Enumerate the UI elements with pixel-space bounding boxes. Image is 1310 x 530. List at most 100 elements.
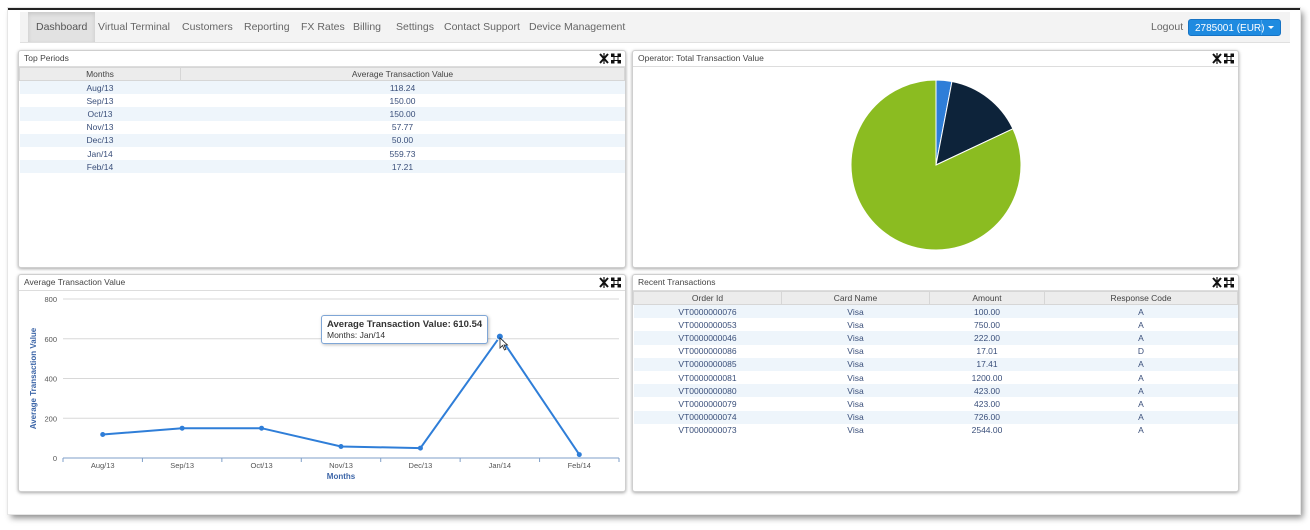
table-cell: 118.24	[180, 80, 625, 95]
table-cell: VT0000000079	[633, 397, 782, 411]
x-axis-title: Months	[327, 472, 356, 481]
wrench-icon[interactable]	[1212, 53, 1222, 64]
wrench-icon[interactable]	[599, 53, 609, 64]
table-row[interactable]: Oct/13 150.00	[19, 107, 625, 121]
panel-title: Top Periods	[24, 53, 69, 63]
account-label: 2785001 (EUR)	[1195, 23, 1265, 34]
column-header[interactable]: Response Code	[1044, 291, 1238, 305]
table-row[interactable]: VT0000000076 Visa 100.00 A	[633, 304, 1238, 319]
table-cell: Visa	[781, 331, 930, 345]
table-cell: Dec/13	[19, 133, 181, 147]
nav-fx-rates[interactable]: FX Rates	[293, 12, 353, 42]
y-tick-label: 400	[44, 375, 57, 384]
panel-title: Operator: Total Transaction Value	[638, 53, 764, 63]
panel-title: Recent Transactions	[638, 277, 716, 287]
table-row[interactable]: VT0000000046 Visa 222.00 A	[633, 331, 1238, 345]
table-cell: VT0000000085	[633, 357, 782, 371]
expand-icon[interactable]	[1224, 53, 1234, 64]
table-cell: VT0000000053	[633, 318, 782, 332]
table-cell: A	[1044, 331, 1238, 345]
nav-device-management[interactable]: Device Management	[521, 12, 633, 42]
table-row[interactable]: VT0000000073 Visa 2544.00 A	[633, 423, 1238, 437]
tooltip-label: Average Transaction Value:	[327, 319, 451, 330]
column-header[interactable]: Average Transaction Value	[180, 67, 625, 81]
data-point	[179, 425, 185, 431]
table-cell: 150.00	[180, 107, 625, 121]
table-cell: A	[1044, 384, 1238, 398]
table-cell: A	[1044, 410, 1238, 424]
table-cell: Nov/13	[19, 120, 181, 134]
table-cell: Jan/14	[19, 146, 181, 161]
table-row[interactable]: VT0000000086 Visa 17.01 D	[633, 344, 1238, 358]
expand-icon[interactable]	[611, 53, 621, 64]
account-dropdown-button[interactable]: 2785001 (EUR)	[1188, 19, 1281, 36]
logout-link[interactable]: Logout	[1143, 12, 1191, 42]
column-header[interactable]: Order Id	[633, 291, 782, 305]
table-cell: A	[1044, 370, 1238, 385]
nav-virtual-terminal[interactable]: Virtual Terminal	[90, 12, 178, 42]
top-navbar: Dashboard Virtual Terminal Customers Rep…	[20, 12, 1290, 43]
column-header[interactable]: Card Name	[781, 291, 930, 305]
table-cell: A	[1044, 357, 1238, 371]
table-row[interactable]: Nov/13 57.77	[19, 120, 625, 134]
table-cell: Visa	[781, 357, 930, 371]
table-cell: Visa	[781, 410, 930, 424]
table-cell: 726.00	[929, 410, 1045, 424]
table-row[interactable]: Aug/13 118.24	[19, 80, 625, 95]
table-cell: VT0000000086	[633, 344, 782, 358]
panel-tools	[599, 277, 621, 288]
series-line	[102, 334, 581, 456]
table-cell: 50.00	[180, 133, 625, 147]
table-cell: VT0000000080	[633, 384, 782, 398]
top-periods-panel: Top Periods Months Average Transaction Va…	[18, 50, 626, 268]
table-cell: Oct/13	[19, 107, 181, 121]
panel-tools	[1212, 53, 1234, 64]
table-row[interactable]: VT0000000080 Visa 423.00 A	[633, 384, 1238, 398]
table-cell: VT0000000076	[633, 304, 782, 319]
nav-settings[interactable]: Settings	[388, 12, 442, 42]
mouse-pointer-icon	[499, 337, 509, 351]
y-axis-title: Average Transaction Value	[29, 327, 38, 429]
tooltip-sub: Months: Jan/14	[327, 330, 386, 340]
table-cell: Visa	[781, 304, 930, 319]
wrench-icon[interactable]	[599, 277, 609, 288]
table-row[interactable]: VT0000000085 Visa 17.41 A	[633, 357, 1238, 371]
data-point	[259, 425, 265, 431]
y-tick-label: 0	[53, 454, 57, 463]
y-tick-label: 800	[44, 295, 57, 304]
table-cell: 150.00	[180, 94, 625, 108]
caret-down-icon	[1261, 20, 1280, 35]
panel-tools	[1212, 277, 1234, 288]
table-cell: 559.73	[180, 146, 625, 161]
table-cell: Visa	[781, 370, 930, 385]
x-tick-label: Sep/13	[170, 461, 194, 470]
nav-dashboard[interactable]: Dashboard	[28, 12, 96, 42]
table-row[interactable]: VT0000000081 Visa 1200.00 A	[633, 370, 1238, 385]
table-row[interactable]: Sep/13 150.00	[19, 94, 625, 108]
table-cell: Visa	[781, 397, 930, 411]
nav-billing[interactable]: Billing	[345, 12, 389, 42]
panel-title: Average Transaction Value	[24, 277, 126, 287]
table-row[interactable]: VT0000000079 Visa 423.00 A	[633, 397, 1238, 411]
table-row[interactable]: Jan/14 559.73	[19, 146, 625, 161]
table-cell: A	[1044, 318, 1238, 332]
chart-tooltip: Average Transaction Value: 610.54 Months…	[321, 315, 489, 344]
expand-icon[interactable]	[1224, 277, 1234, 288]
x-tick-label: Dec/13	[409, 461, 433, 470]
nav-contact-support[interactable]: Contact Support	[436, 12, 528, 42]
table-cell: VT0000000081	[633, 370, 782, 385]
nav-customers[interactable]: Customers	[174, 12, 241, 42]
table-row[interactable]: Dec/13 50.00	[19, 133, 625, 147]
panel-header: Average Transaction Value	[19, 275, 625, 291]
table-row[interactable]: VT0000000074 Visa 726.00 A	[633, 410, 1238, 424]
table-row[interactable]: VT0000000053 Visa 750.00 A	[633, 318, 1238, 332]
wrench-icon[interactable]	[1212, 277, 1222, 288]
column-header[interactable]: Amount	[929, 291, 1045, 305]
nav-reporting[interactable]: Reporting	[236, 12, 298, 42]
table-cell: 17.01	[929, 344, 1045, 358]
expand-icon[interactable]	[611, 277, 621, 288]
column-header[interactable]: Months	[19, 67, 181, 81]
x-tick-label: Jan/14	[489, 461, 512, 470]
table-cell: 750.00	[929, 318, 1045, 332]
table-row[interactable]: Feb/14 17.21	[19, 160, 625, 174]
